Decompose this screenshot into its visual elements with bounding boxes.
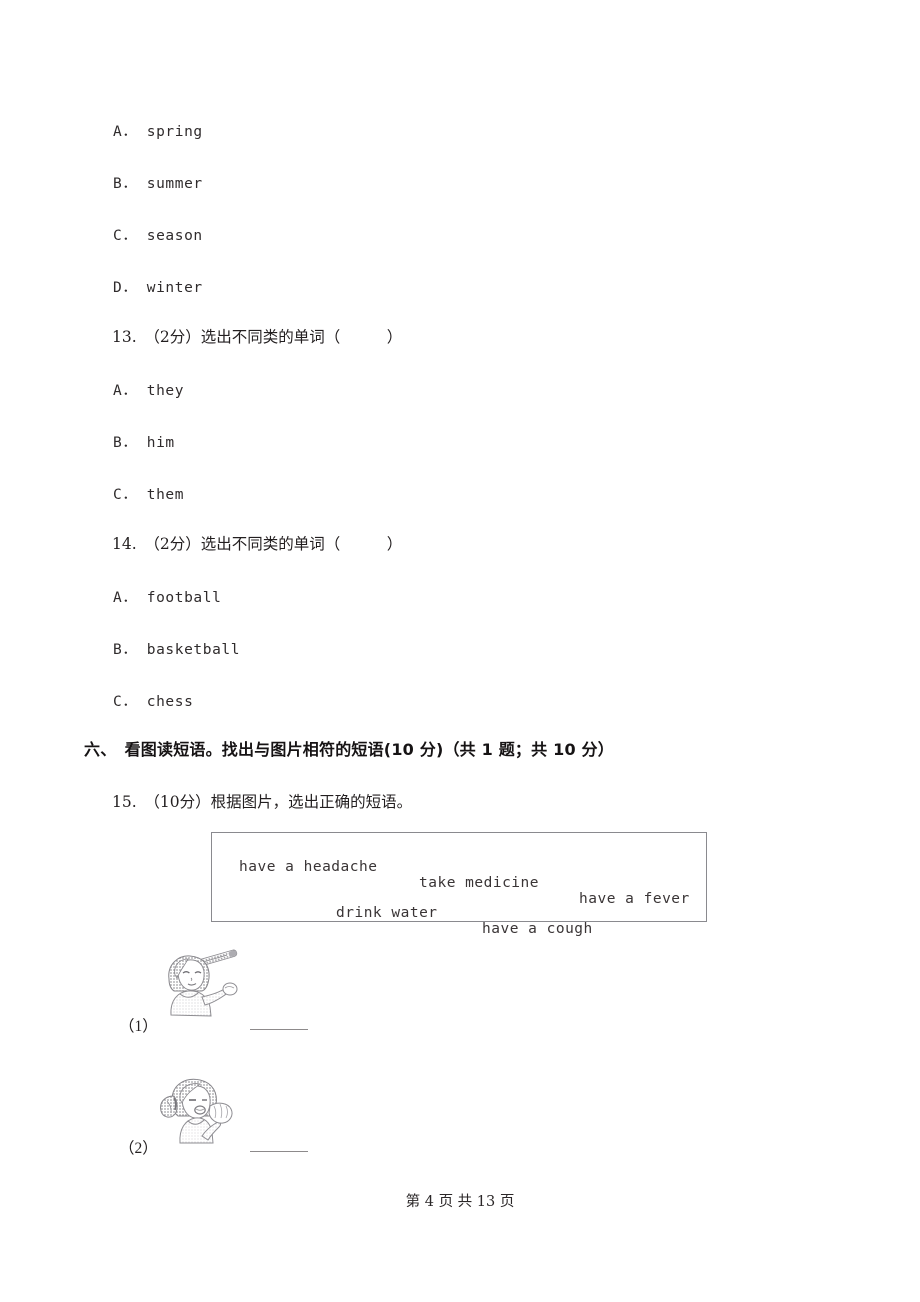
option-item[interactable]: C． them (113, 483, 184, 504)
question-stem-15: 15. （10分）根据图片，选出正确的短语。 (112, 793, 413, 811)
picture-item-label: （2） (119, 1140, 158, 1157)
exam-page: A． spring B． summer C． season D． winter … (0, 0, 920, 1302)
question-stem-14: 14. （2分）选出不同类的单词（ ） (112, 535, 403, 553)
word-bank-phrase[interactable]: drink water (336, 905, 438, 921)
option-item[interactable]: D． winter (113, 276, 203, 297)
answer-blank-1[interactable] (250, 1029, 308, 1030)
child-with-thermometer-icon (158, 945, 248, 1017)
option-item[interactable]: A． they (113, 379, 184, 400)
girl-coughing-icon (158, 1072, 248, 1144)
option-item[interactable]: B． basketball (113, 638, 240, 659)
option-item[interactable]: C． season (113, 224, 203, 245)
option-item[interactable]: C． chess (113, 690, 193, 711)
word-bank-phrase[interactable]: have a headache (239, 859, 377, 875)
answer-blank-2[interactable] (250, 1151, 308, 1152)
section-heading-six: 六、 看图读短语。找出与图片相符的短语(10 分)（共 1 题；共 10 分） (84, 740, 614, 759)
word-bank-box: have a headache take medicine have a fev… (211, 832, 707, 937)
option-item[interactable]: A． spring (113, 120, 203, 141)
page-footer: 第 4 页 共 13 页 (405, 1194, 515, 1210)
option-item[interactable]: A． football (113, 586, 221, 607)
question-stem-13: 13. （2分）选出不同类的单词（ ） (112, 328, 403, 346)
option-item[interactable]: B． summer (113, 172, 203, 193)
picture-item-label: （1） (119, 1018, 158, 1035)
option-item[interactable]: B． him (113, 431, 175, 452)
word-bank-row-2: drink water have a cough (212, 889, 706, 953)
word-bank-phrase[interactable]: have a cough (482, 921, 593, 937)
